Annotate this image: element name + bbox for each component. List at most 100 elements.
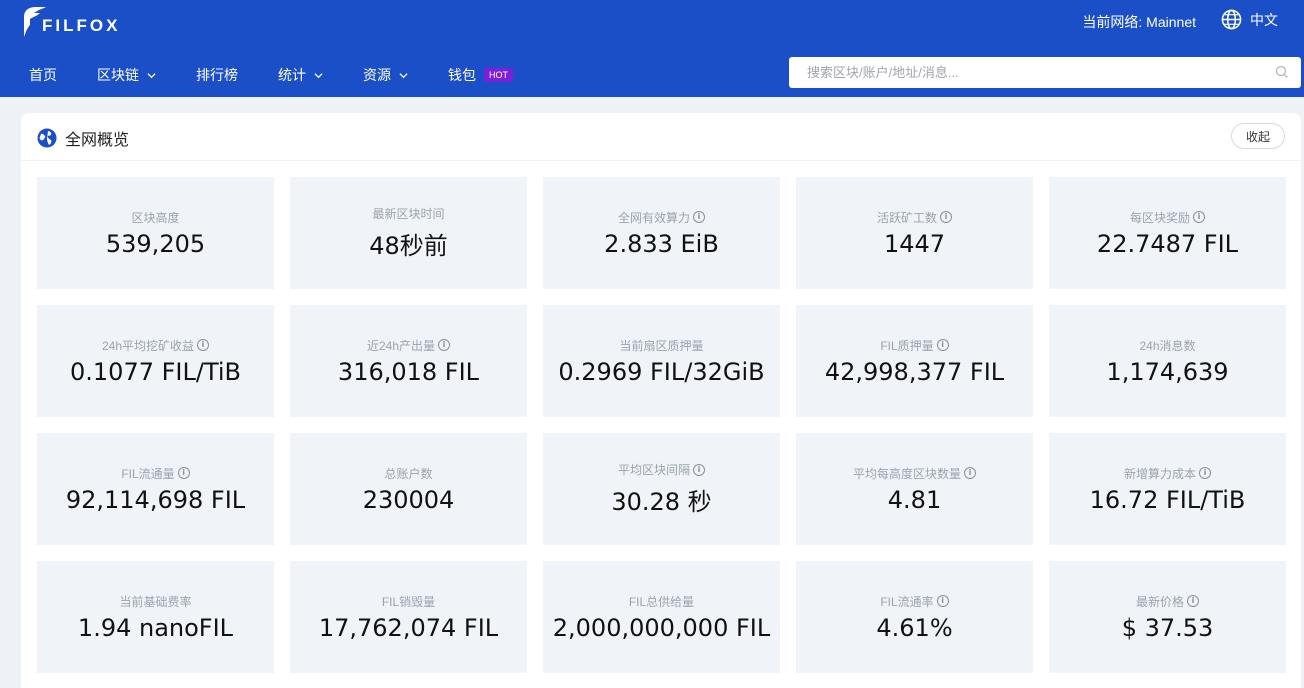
nav-wallet[interactable]: 钱包 HOT [448, 65, 513, 85]
nav-label: 排行榜 [196, 67, 238, 83]
stat-card: FIL质押量 i 42,998,377 FIL [796, 305, 1033, 417]
info-icon[interactable]: i [1187, 595, 1199, 607]
stat-value: 539,205 [105, 229, 206, 258]
stat-card: 区块高度 539,205 [37, 177, 274, 289]
stat-label: FIL流通率 i [880, 593, 949, 610]
stat-value: 42,998,377 FIL [824, 357, 1005, 386]
filfox-logo[interactable]: FILFOX [20, 5, 120, 39]
nav-label: 统计 [278, 67, 306, 83]
earth-icon [37, 128, 57, 148]
stat-label: FIL总供给量 [629, 593, 694, 610]
stat-card: 最新区块时间 48秒前 [290, 177, 527, 289]
nav-statistics[interactable]: 统计 [278, 65, 323, 85]
info-icon[interactable]: i [693, 211, 705, 223]
stat-card: 全网有效算力 i 2.833 EiB [543, 177, 780, 289]
stat-label: 最新区块时间 [372, 205, 444, 222]
stat-card: FIL流通量 i 92,114,698 FIL [37, 433, 274, 545]
stat-value: 4.81 [887, 485, 942, 514]
stat-label: 24h平均挖矿收益 i [101, 337, 210, 354]
nav-ranking[interactable]: 排行榜 [196, 65, 238, 85]
stat-label: 平均区块间隔 i [618, 461, 705, 478]
stat-label-text: FIL总供给量 [628, 594, 695, 609]
stat-label: 近24h产出量 i [367, 337, 451, 354]
panel-title-text: 全网概览 [65, 132, 130, 149]
stat-value: 4.61% [876, 613, 953, 642]
stat-label: 区块高度 [131, 209, 179, 226]
stat-card: FIL流通率 i 4.61% [796, 561, 1033, 673]
info-icon[interactable]: i [197, 339, 210, 351]
stat-label-text: 24h平均挖矿收益 [101, 338, 195, 353]
stat-label-text: 新增算力成本 [1123, 466, 1196, 481]
info-icon[interactable]: i [940, 211, 952, 223]
nav-label: 首页 [29, 67, 57, 83]
panel-title: 全网概览 [37, 126, 129, 150]
language-switcher[interactable]: 中文 [1221, 9, 1278, 30]
stat-value: 1,174,639 [1106, 357, 1229, 386]
stat-label: 全网有效算力 i [618, 209, 705, 226]
nav-home[interactable]: 首页 [29, 65, 57, 85]
stat-label-text: FIL质押量 [880, 338, 934, 353]
panel-header: 全网概览 收起 [21, 113, 1301, 161]
stat-label: 总账户数 [384, 465, 432, 482]
stat-value: 230004 [362, 485, 455, 514]
search-icon[interactable] [1275, 65, 1289, 79]
nav-label: 钱包 [448, 67, 476, 83]
nav-resources[interactable]: 资源 [363, 65, 408, 85]
stat-label-text: 总账户数 [384, 466, 433, 481]
language-label: 中文 [1250, 11, 1278, 28]
stat-card: 最新价格 i $ 37.53 [1049, 561, 1286, 673]
stat-card: 当前扇区质押量 0.2969 FIL/32GiB [543, 305, 780, 417]
stat-card: 平均每高度区块数量 i 4.81 [796, 433, 1033, 545]
info-icon[interactable]: i [964, 467, 976, 479]
stat-value: 92,114,698 FIL [65, 485, 246, 514]
stat-label: FIL流通量 i [121, 465, 190, 482]
nav-blockchain[interactable]: 区块链 [97, 65, 156, 85]
stat-card: 平均区块间隔 i 30.28 秒 [543, 433, 780, 545]
stat-card: 当前基础费率 1.94 nanoFIL [37, 561, 274, 673]
info-icon[interactable]: i [438, 339, 451, 351]
stat-label: FIL销毁量 [382, 593, 435, 610]
stat-label: 新增算力成本 i [1124, 465, 1211, 482]
info-icon[interactable]: i [177, 467, 190, 479]
stat-label-text: FIL流通量 [121, 466, 175, 481]
stat-card: 新增算力成本 i 16.72 FIL/TiB [1049, 433, 1286, 545]
info-icon[interactable]: i [1193, 211, 1205, 223]
stat-label: 平均每高度区块数量 i [853, 465, 976, 482]
chevron-down-icon [147, 72, 156, 78]
stat-label: 活跃矿工数 i [877, 209, 952, 226]
stat-label-text: 最新价格 [1135, 594, 1184, 609]
info-icon[interactable]: i [936, 595, 949, 607]
stat-label-text: 当前扇区质押量 [619, 338, 704, 353]
stat-value: 316,018 FIL [337, 357, 480, 386]
info-icon[interactable]: i [693, 463, 705, 476]
stat-value: 48秒前 [369, 232, 448, 260]
stat-label-text: 平均区块间隔 [617, 463, 690, 477]
stat-label: FIL质押量 i [880, 337, 949, 354]
stat-card: FIL销毁量 17,762,074 FIL [290, 561, 527, 673]
stat-card: 24h消息数 1,174,639 [1049, 305, 1286, 417]
stat-card: 24h平均挖矿收益 i 0.1077 FIL/TiB [37, 305, 274, 417]
stat-label-text: 区块高度 [131, 210, 180, 225]
stat-label: 当前扇区质押量 [619, 337, 703, 354]
info-icon[interactable]: i [936, 339, 949, 351]
search-input[interactable] [805, 64, 1269, 81]
info-icon[interactable]: i [1199, 467, 1211, 479]
stat-label-text: FIL销毁量 [381, 594, 436, 609]
stat-value: 2.833 EiB [604, 229, 719, 258]
stat-label: 当前基础费率 [119, 593, 191, 610]
collapse-button[interactable]: 收起 [1231, 123, 1285, 149]
stat-card: FIL总供给量 2,000,000,000 FIL [543, 561, 780, 673]
main-nav: 首页 区块链 排行榜 统计 资源 钱包 HOT [0, 55, 553, 95]
stat-label: 每区块奖励 i [1130, 209, 1205, 226]
stat-label: 最新价格 i [1136, 593, 1199, 610]
network-overview-panel: 全网概览 收起 区块高度 539,205 最新区块时间 48秒前 全网有效算力 i 2.83… [21, 113, 1301, 688]
stats-grid: 区块高度 539,205 最新区块时间 48秒前 全网有效算力 i 2.833 EiB 活跃矿… [37, 177, 1286, 673]
stat-card: 每区块奖励 i 22.7487 FIL [1049, 177, 1286, 289]
stat-value: 0.2969 FIL/32GiB [558, 357, 765, 386]
top-header: FILFOX 当前网络: Mainnet 中文 首页 区块链 排行榜 统计 资源 [0, 0, 1304, 97]
stat-label-text: FIL流通率 [880, 594, 934, 609]
stat-card: 近24h产出量 i 316,018 FIL [290, 305, 527, 417]
stat-value: 2,000,000,000 FIL [552, 613, 771, 642]
chevron-down-icon [399, 72, 408, 78]
stat-value: $ 37.53 [1121, 613, 1214, 642]
